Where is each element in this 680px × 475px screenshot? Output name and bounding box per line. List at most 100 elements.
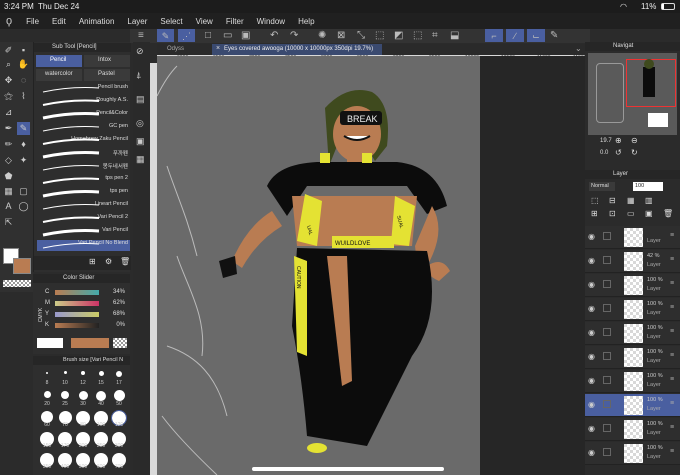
layer-check-box[interactable] xyxy=(603,256,611,264)
pen-pressure-icon[interactable]: ✎ xyxy=(157,29,174,42)
menu-edit[interactable]: Edit xyxy=(52,17,66,26)
canvas-area[interactable]: BREAK WUILDLOVE UAL SUAL CAUTION xyxy=(157,56,585,475)
hand-tool-icon[interactable]: ✋ xyxy=(17,58,30,71)
channel-value[interactable]: 62% xyxy=(105,300,125,306)
document-tab-1[interactable]: Odyss xyxy=(167,46,184,52)
crop-icon[interactable]: ⌗ xyxy=(432,29,438,43)
layer-handle-icon[interactable]: ≡ xyxy=(670,376,674,383)
eyedropper-2-icon[interactable]: ⊿ xyxy=(2,106,15,119)
layer-check-box[interactable] xyxy=(603,304,611,312)
selection-icon[interactable]: ⬓ xyxy=(450,29,459,43)
channel-slider[interactable] xyxy=(55,301,99,306)
navigator-preview[interactable] xyxy=(588,53,677,135)
blend-tool-icon[interactable]: ✦ xyxy=(17,154,30,167)
menu-select[interactable]: Select xyxy=(160,17,182,26)
transparent-preview[interactable] xyxy=(113,338,127,348)
eye-icon[interactable]: ◉ xyxy=(588,304,595,313)
channel-value[interactable]: 68% xyxy=(105,311,125,317)
pencil-tool-icon[interactable]: ✎ xyxy=(17,122,30,135)
grid-snap-icon[interactable]: ⌙ xyxy=(527,29,545,42)
layer-row[interactable]: ◉ 100 % Layer ≡ xyxy=(585,322,680,345)
layer-toggle-icon[interactable]: ◎ xyxy=(136,118,144,129)
menu-filter[interactable]: Filter xyxy=(226,17,244,26)
tab-intox[interactable]: Intox xyxy=(84,55,130,67)
zoom-value[interactable]: 19.7 xyxy=(600,138,612,144)
eye-icon[interactable]: ◉ xyxy=(588,400,595,409)
text-tool-icon[interactable]: A xyxy=(2,200,15,213)
angle-value[interactable]: 0.0 xyxy=(600,150,608,156)
operation-tool-icon[interactable]: ⇱ xyxy=(2,216,15,229)
move-tool-icon[interactable]: ✥ xyxy=(2,74,15,87)
eye-icon[interactable]: ◉ xyxy=(588,424,595,433)
layer-row[interactable]: ◉ 100 % Layer ≡ xyxy=(585,442,680,465)
figure-icon[interactable]: ⍋ xyxy=(136,70,141,81)
eyedropper-icon[interactable]: ⌇ xyxy=(17,90,30,103)
brush-size-dot[interactable] xyxy=(46,371,48,374)
fill-icon[interactable]: ⬟ xyxy=(2,170,15,183)
new-layer-icon[interactable]: ⊞ xyxy=(591,209,598,218)
lock-alpha-icon[interactable]: ▦ xyxy=(627,196,635,205)
ruler-snap-icon[interactable]: ⌐ xyxy=(485,29,503,42)
figure-tool-icon[interactable]: ▢ xyxy=(17,185,30,198)
layer-check-box[interactable] xyxy=(603,352,611,360)
rotate-right-icon[interactable]: ↻ xyxy=(631,148,638,157)
undo-icon[interactable]: ↶ xyxy=(270,29,278,43)
layer-row[interactable]: ◉ Layer ≡ xyxy=(585,226,680,249)
layer-handle-icon[interactable]: ≡ xyxy=(670,424,674,431)
layer-handle-icon[interactable]: ≡ xyxy=(670,400,674,407)
brush-item[interactable]: Vari Pencil 2 xyxy=(37,214,130,225)
subtool-settings-icon[interactable]: ⚙ xyxy=(105,257,112,266)
hamburger-menu-icon[interactable]: ≡ xyxy=(138,29,144,43)
panel-icon[interactable]: ▤ xyxy=(136,94,145,105)
layer-check-box[interactable] xyxy=(603,376,611,384)
blend-mode-select[interactable]: Normal xyxy=(589,182,615,191)
invert-selection-icon[interactable]: ◩ xyxy=(394,29,403,43)
pen-tool-icon[interactable]: ✐ xyxy=(2,44,15,57)
lock-icon[interactable]: ▣ xyxy=(136,136,145,147)
clear-icon[interactable]: ⊠ xyxy=(337,29,345,43)
special-ruler-snap-icon[interactable]: ∕ xyxy=(506,29,524,42)
layer-row[interactable]: ◉ 100 % Layer ≡ xyxy=(585,346,680,369)
select-all-icon[interactable]: ⬚ xyxy=(413,29,422,43)
layer-handle-icon[interactable]: ≡ xyxy=(670,256,674,263)
brush-item[interactable]: tps pen xyxy=(37,188,130,199)
app-logo-icon[interactable]: ϙ xyxy=(6,15,12,27)
brush-item[interactable]: GC pen xyxy=(37,123,130,134)
brush-item[interactable]: 몽두네서펜 xyxy=(37,162,130,173)
zoom-tool-icon[interactable]: ⌕ xyxy=(2,58,15,71)
layer-row[interactable]: ◉ 100 % Layer ≡ xyxy=(585,274,680,297)
layer-handle-icon[interactable]: ≡ xyxy=(670,232,674,239)
brush-size-dot[interactable] xyxy=(78,390,88,400)
sub-color-preview[interactable] xyxy=(71,338,109,348)
menu-view[interactable]: View xyxy=(196,17,213,26)
layer-handle-icon[interactable]: ≡ xyxy=(670,328,674,335)
layer-check-box[interactable] xyxy=(603,424,611,432)
add-subtool-icon[interactable]: ⊞ xyxy=(89,257,96,266)
layer-handle-icon[interactable]: ≡ xyxy=(670,280,674,287)
brush-size-dot[interactable] xyxy=(63,371,67,375)
brush-item[interactable]: tps pen 2 xyxy=(37,175,130,186)
delete-layer-icon[interactable]: 🗑 xyxy=(663,209,673,218)
brush-size-dot[interactable] xyxy=(113,390,125,402)
brush-size-dot[interactable] xyxy=(81,371,85,375)
layer-row[interactable]: ◉ 100 % Layer ≡ xyxy=(585,418,680,441)
sub-color-swatch[interactable] xyxy=(13,258,31,274)
new-vector-icon[interactable]: ⊡ xyxy=(609,209,616,218)
brush-item[interactable]: Homebrew Zaku Pencil xyxy=(37,136,130,147)
menu-window[interactable]: Window xyxy=(257,17,285,26)
tab-menu-chevron-icon[interactable]: ⌄ xyxy=(575,44,582,53)
brush-item[interactable]: Lineart Pencil xyxy=(37,201,130,212)
channel-value[interactable]: 34% xyxy=(105,289,125,295)
brush-item[interactable]: Vari Pencil No Blend xyxy=(37,240,130,251)
opacity-field[interactable]: 100 xyxy=(633,182,663,191)
close-tab-icon[interactable]: × xyxy=(216,45,220,52)
transform-icon[interactable]: ⤡ xyxy=(357,29,365,43)
spinner-icon[interactable]: ✺ xyxy=(318,29,326,43)
tab-watercolor[interactable]: watercolor xyxy=(36,69,82,81)
rotate-left-icon[interactable]: ↺ xyxy=(615,148,622,157)
layer-handle-icon[interactable]: ≡ xyxy=(670,352,674,359)
document-tab-2[interactable]: Eyes covered awooga (10000 x 10000px 350… xyxy=(224,46,373,52)
open-icon[interactable]: ▭ xyxy=(223,29,232,43)
eye-icon[interactable]: ◉ xyxy=(588,352,595,361)
channel-value[interactable]: 0% xyxy=(105,322,125,328)
